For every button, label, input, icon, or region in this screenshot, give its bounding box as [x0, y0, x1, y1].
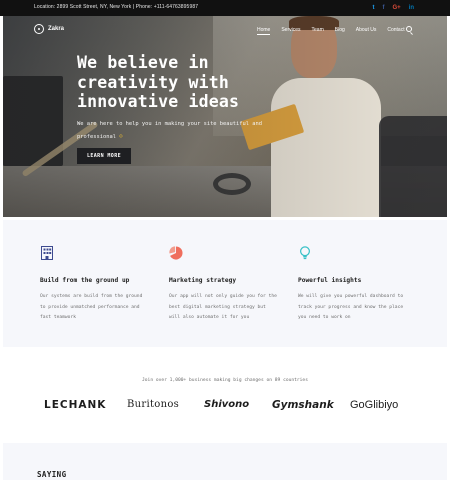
- nav-item-services[interactable]: Services: [281, 27, 300, 33]
- nav-item-contact[interactable]: Contact: [387, 27, 404, 33]
- social-links: t f G+ in: [372, 3, 414, 13]
- linkedin-icon[interactable]: in: [409, 3, 414, 13]
- client-logo: LECHANK: [44, 399, 107, 411]
- twitter-icon[interactable]: t: [372, 3, 374, 13]
- site-logo[interactable]: Zakra: [34, 24, 64, 34]
- client-logo: Shivono: [204, 399, 250, 410]
- testimonials-section: SAYING: [3, 443, 447, 480]
- nav-item-about-us[interactable]: About Us: [356, 27, 377, 33]
- nav-item-blog[interactable]: Blog: [335, 27, 345, 33]
- feature-title: Marketing strategy: [169, 277, 237, 284]
- client-logo: Buritonos: [127, 399, 180, 410]
- feature-title: Powerful insights: [298, 277, 362, 284]
- contact-info: Location: 2899 Scott Street, NY, New Yor…: [34, 4, 199, 10]
- building-icon: [41, 246, 53, 260]
- features-section: Build from the ground up Our systems are…: [3, 220, 447, 347]
- brand-name: Zakra: [48, 26, 65, 32]
- feature-card: Powerful insights We will give you power…: [298, 246, 408, 324]
- top-bar: Location: 2899 Scott Street, NY, New Yor…: [0, 0, 450, 16]
- nav-item-team[interactable]: Team: [312, 27, 324, 33]
- feature-text: Our app will not only guide you for the …: [169, 294, 277, 320]
- feature-title: Build from the ground up: [40, 277, 130, 284]
- feature-text: We will give you powerful dashboard to t…: [298, 294, 404, 320]
- hero-title: We believe in creativity with innovative…: [77, 53, 240, 111]
- main-navigation: Home Services Team Blog About Us Contact: [257, 26, 416, 35]
- client-logo: GoGlibiyo: [350, 399, 399, 411]
- google-plus-icon[interactable]: G+: [392, 3, 400, 13]
- feature-card: Marketing strategy Our app will not only…: [169, 246, 279, 324]
- section-title: SAYING: [37, 470, 67, 479]
- hero-section: [3, 16, 447, 217]
- client-logos: LECHANK Buritonos Shivono Gymshank GoGli…: [0, 399, 450, 415]
- nav-item-home[interactable]: Home: [257, 27, 271, 35]
- client-logo: Gymshank: [272, 399, 334, 411]
- feature-text: Our systems are build from the ground to…: [40, 294, 143, 320]
- search-icon[interactable]: [406, 26, 412, 32]
- hero-subtitle: We are here to help you in making your s…: [77, 121, 262, 140]
- lightbulb-icon: [300, 246, 310, 260]
- logo-icon: [34, 24, 44, 34]
- facebook-icon[interactable]: f: [382, 3, 384, 13]
- clients-note: Join over 1,000+ business making big cha…: [142, 378, 308, 383]
- pie-chart-icon: [169, 246, 183, 260]
- smile-emoji-icon: ☺: [119, 134, 123, 140]
- feature-card: Build from the ground up Our systems are…: [40, 246, 150, 324]
- learn-more-button[interactable]: LEARN MORE: [77, 148, 131, 164]
